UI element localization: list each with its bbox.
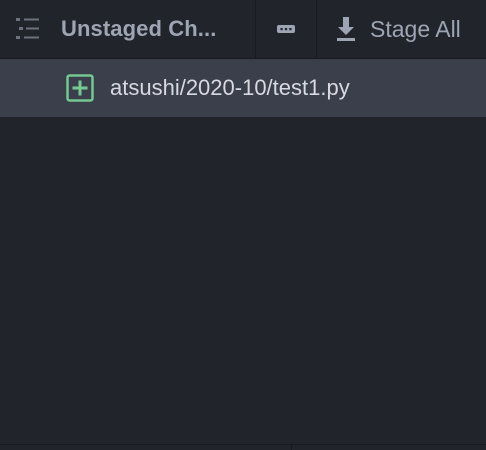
footer-split-divider <box>291 445 292 450</box>
footer-divider-line <box>0 444 486 445</box>
ellipsis-icon <box>277 25 295 33</box>
header-title-area[interactable]: Unstaged Ch... <box>0 0 256 58</box>
stage-all-button[interactable]: Stage All <box>317 0 486 58</box>
file-list-item[interactable]: atsushi/2020-10/test1.py <box>0 59 486 117</box>
panel-header: Unstaged Ch... Stage All <box>0 0 486 59</box>
download-arrow-icon <box>337 17 355 41</box>
unstaged-changes-panel: Unstaged Ch... Stage All atsushi/2020-10… <box>0 0 486 450</box>
more-options-button[interactable] <box>256 0 317 58</box>
file-path: atsushi/2020-10/test1.py <box>110 75 350 100</box>
list-icon[interactable] <box>15 16 41 42</box>
file-added-icon <box>66 74 94 102</box>
panel-title: Unstaged Ch... <box>61 16 217 41</box>
stage-all-label: Stage All <box>370 15 461 42</box>
